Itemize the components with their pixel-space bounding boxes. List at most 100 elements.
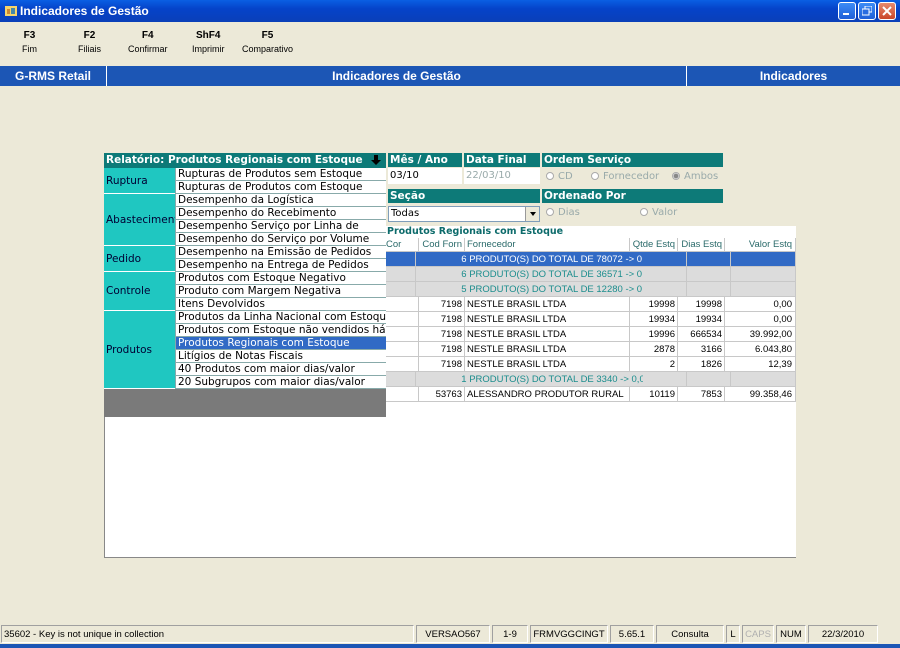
cell-cor [386,252,417,267]
restore-button[interactable] [858,2,876,20]
col-header-valor-estq[interactable]: Valor Estq [725,238,796,252]
fkey-imprimir[interactable]: ShF4 Imprimir [192,30,225,54]
grid-data-row[interactable]: 53763 ALESSANDRO PRODUTOR RURAL 10119 7853 9… [386,387,796,402]
cell-valor: 6.043,80 [725,342,796,357]
group-controle: Controle Produtos com Estoque Negativo P… [104,272,386,311]
ordem-radio-ambos[interactable]: Ambos [672,170,718,184]
grid-group-row[interactable]: 1 PRODUTO(S) DO TOTAL DE 3340 -> 0,03% [386,372,796,387]
fkey-label: Filiais [78,44,102,54]
report-item[interactable]: 20 Subgrupos com maior dias/valor [175,376,386,389]
ordenado-radio-dias[interactable]: Dias [546,206,580,220]
status-version: VERSAO567 [416,625,490,643]
report-item[interactable]: Desempenho na Entrega de Pedidos [175,259,386,272]
grid-data-row[interactable]: 7198 NESTLE BRASIL LTDA 2 1826 12,39 [386,357,796,372]
cell-qtde: 2 [630,357,678,372]
col-header-cor[interactable]: Cor [386,238,419,252]
ordem-radio-cd[interactable]: CD [546,170,573,184]
cell-qtde: 2878 [630,342,678,357]
grid-data-row[interactable]: 7198 NESTLE BRASIL LTDA 19996 666534 39.992,… [386,327,796,342]
fkey-comparativo[interactable]: F5 Comparativo [242,30,293,54]
cell-cor [386,357,419,372]
report-item[interactable]: Desempenho da Logística [175,194,386,207]
cell-cor [386,312,419,327]
mes-ano-label: Mês / Ano [388,153,462,167]
cell-valor [730,372,796,387]
cell-cod-forn: 53763 [419,387,465,402]
radio-label: Ambos [684,171,719,182]
status-range: 1-9 [492,625,528,643]
grid-data-row[interactable]: 7198 NESTLE BRASIL LTDA 2878 3166 6.043,80 [386,342,796,357]
group-abastecimento: Abastecimento Desempenho da Logística De… [104,194,386,246]
dropdown-arrow-icon[interactable] [525,207,539,221]
report-item[interactable]: Produtos com Estoque Negativo [175,272,386,285]
arrow-down-icon[interactable] [370,154,382,166]
report-item[interactable]: Desempenho do Serviço por Volume [175,233,386,246]
group-summary: 6 PRODUTO(S) DO TOTAL DE 78072 -> 0,01% [416,252,644,267]
report-item-selected[interactable]: Produtos Regionais com Estoque [175,337,386,350]
radio-icon [640,208,648,216]
fkey-filiais[interactable]: F2 Filiais [78,30,101,54]
cell-dias: 19998 [678,297,725,312]
data-final-field[interactable]: 22/03/10 [464,168,540,184]
report-item[interactable]: 40 Produtos com maior dias/valor [175,363,386,376]
report-item[interactable]: Desempenho do Recebimento [175,207,386,220]
fkey-confirmar[interactable]: F4 Confirmar [128,30,168,54]
col-header-cod-forn[interactable]: Cod Forn [419,238,465,252]
report-item[interactable]: Desempenho Serviço por Linha de [175,220,386,233]
status-caps: CAPS [742,625,774,643]
col-header-fornecedor[interactable]: Fornecedor [465,238,630,252]
report-item[interactable]: Rupturas de Produtos com Estoque [175,181,386,194]
radio-icon [546,208,554,216]
grid-group-row[interactable]: 5 PRODUTO(S) DO TOTAL DE 12280 -> 0,04% [386,282,796,297]
cell-fornecedor: NESTLE BRASIL LTDA [465,357,630,372]
cell-valor: 39.992,00 [725,327,796,342]
ordenado-radio-valor[interactable]: Valor [640,206,677,220]
report-item[interactable]: Produtos da Linha Nacional com Estoque [175,311,386,324]
secao-select[interactable]: Todas [388,206,540,222]
group-label: Abastecimento [104,194,185,246]
cell-valor: 0,00 [725,297,796,312]
cell-qtde [643,372,688,387]
fkey-code: F4 [141,30,154,41]
radio-label: Valor [652,207,678,218]
mes-ano-field[interactable]: 03/10 [388,168,462,184]
grid-group-row[interactable]: 6 PRODUTO(S) DO TOTAL DE 78072 -> 0,01% [386,252,796,267]
cell-qtde [643,267,688,282]
report-item[interactable]: Produtos com Estoque não vendidos há [175,324,386,337]
report-item[interactable]: Itens Devolvidos [175,298,386,311]
report-selector-header[interactable]: Relatório: Produtos Regionais com Estoqu… [104,153,386,168]
ordem-radio-fornecedor[interactable]: Fornecedor [591,170,659,184]
col-header-qtde-estq[interactable]: Qtde Estq [630,238,678,252]
report-title: Relatório: Produtos Regionais com Estoqu… [106,154,363,166]
report-item[interactable]: Rupturas de Produtos sem Estoque [175,168,386,181]
fkey-fim[interactable]: F3 Fim [22,30,37,54]
report-item[interactable]: Desempenho na Emissão de Pedidos [175,246,386,259]
grid-title: Produtos Regionais com Estoque [387,226,564,237]
cell-fornecedor: ALESSANDRO PRODUTOR RURAL [465,387,630,402]
cell-valor: 12,39 [725,357,796,372]
minimize-button[interactable] [838,2,856,20]
band-app-name: G-RMS Retail [0,66,107,86]
window-title: Indicadores de Gestão [20,4,149,18]
function-key-toolbar: F3 Fim F2 Filiais F4 Confirmar ShF4 Impr… [0,22,900,64]
radio-label: Dias [558,207,580,218]
fkey-label: Fim [22,44,37,54]
report-item[interactable]: Litígios de Notas Fiscais [175,350,386,363]
cell-dias [687,372,731,387]
close-button[interactable] [878,2,896,20]
cell-dias [687,267,731,282]
col-header-dias-estq[interactable]: Dias Estq [678,238,725,252]
cell-cor [386,282,417,297]
band-page-title: Indicadores de Gestão [107,66,687,86]
fkey-label: Confirmar [128,44,168,54]
cell-qtde [643,252,688,267]
ordem-servico-label: Ordem Serviço [542,153,723,167]
cell-dias [687,282,731,297]
secao-selected-value: Todas [391,208,420,219]
window-bottom-edge [0,644,900,648]
grid-data-row[interactable]: 7198 NESTLE BRASIL LTDA 19998 19998 0,00 [386,297,796,312]
report-item[interactable]: Produto com Margem Negativa [175,285,386,298]
grid-data-row[interactable]: 7198 NESTLE BRASIL LTDA 19934 19934 0,00 [386,312,796,327]
grid-group-row[interactable]: 6 PRODUTO(S) DO TOTAL DE 36571 -> 0,02% [386,267,796,282]
fkey-label: Imprimir [192,44,225,54]
